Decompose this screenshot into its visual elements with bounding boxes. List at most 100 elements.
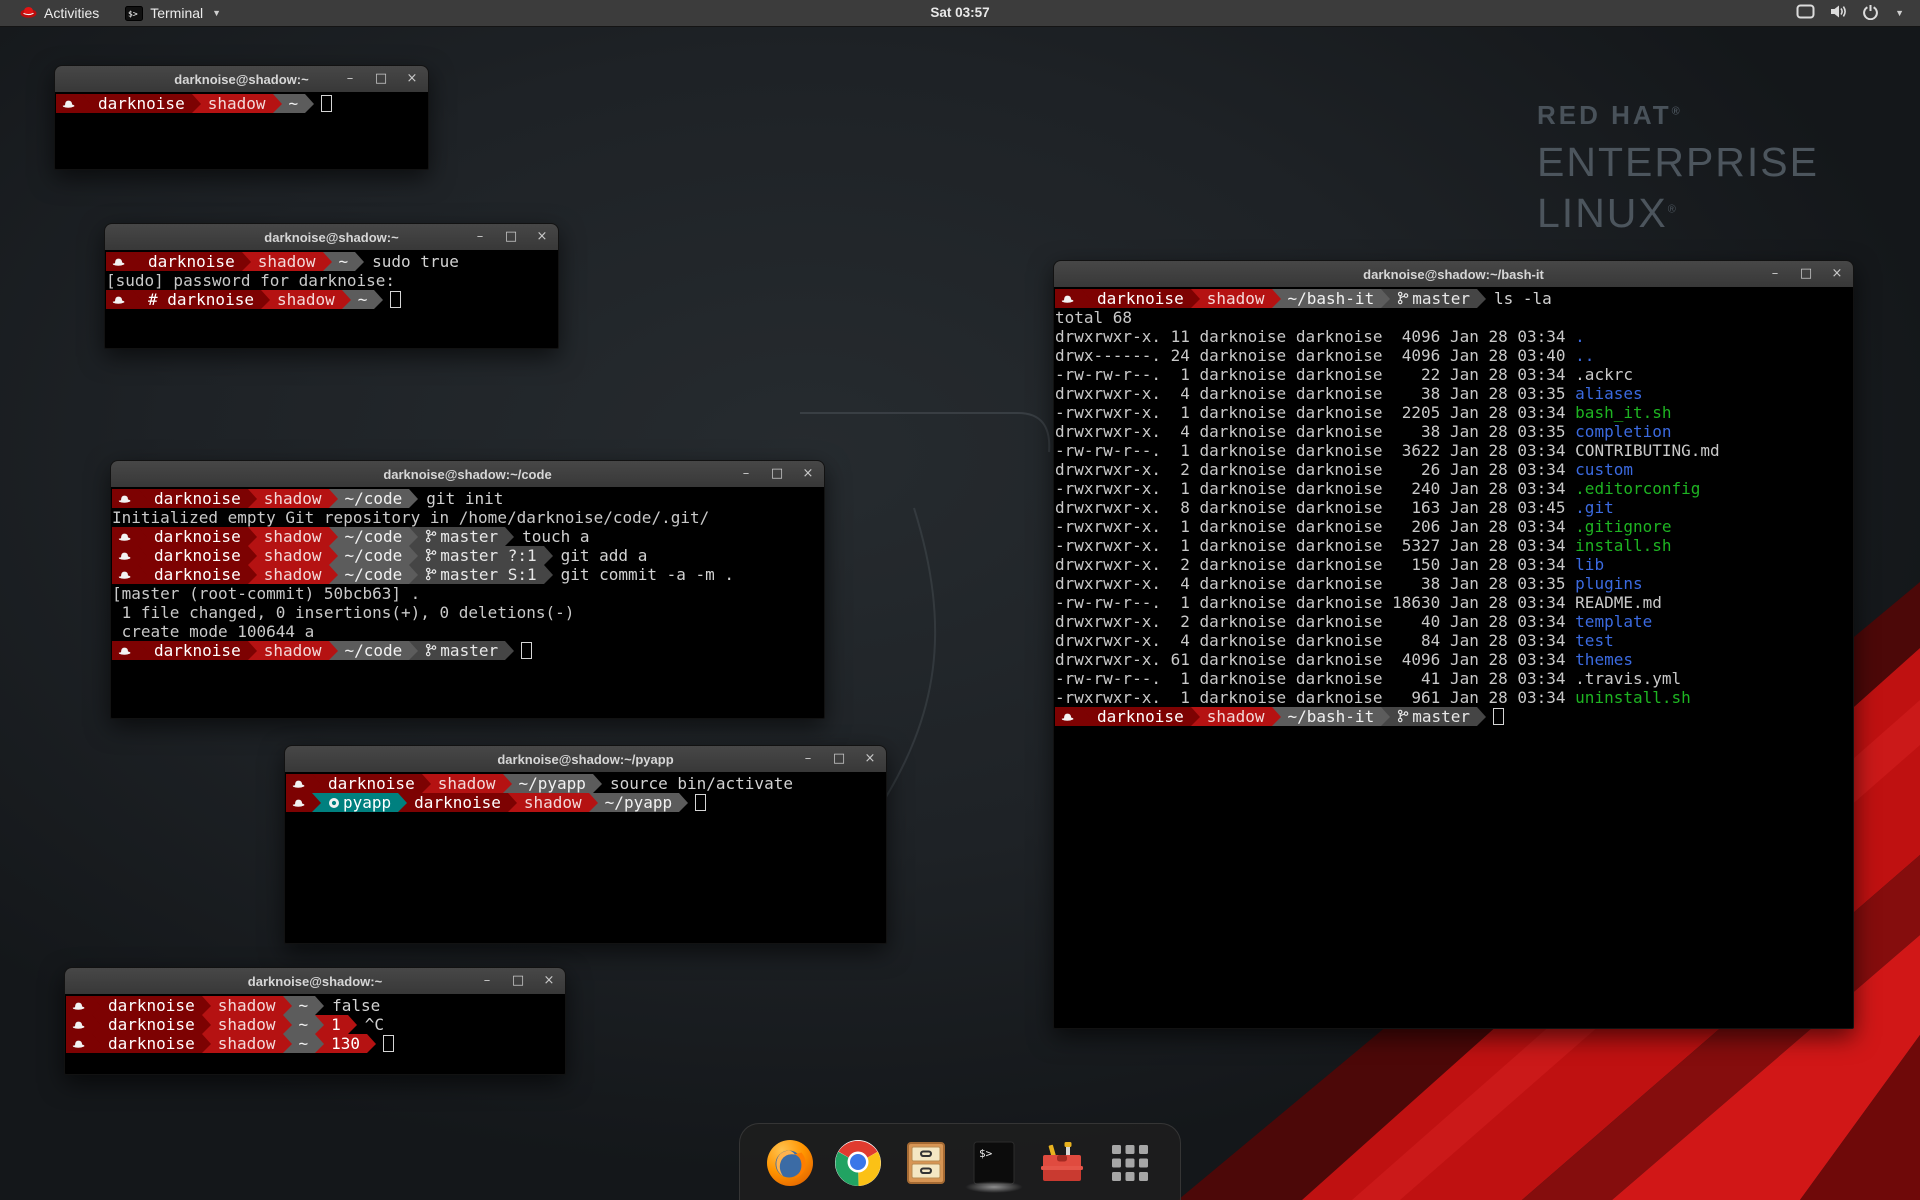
powerline-arrow [312, 793, 321, 812]
window-buttons: –□ × [480, 968, 556, 994]
command-text: ^C [357, 1015, 384, 1034]
powerline-arrow [82, 94, 91, 113]
activities-button[interactable]: Activities [10, 0, 109, 26]
git-branch-icon [425, 529, 437, 543]
firefox-icon [765, 1138, 815, 1188]
window-titlebar[interactable]: darknoise@shadow:~–□× [105, 224, 558, 251]
powerline-arrow [374, 290, 383, 309]
dock-icon-toolbox[interactable] [1036, 1136, 1088, 1190]
volume-icon [1829, 4, 1848, 22]
window-titlebar[interactable]: darknoise@shadow:~/pyapp–□× [285, 746, 886, 773]
app-menu-terminal[interactable]: $> Terminal ▼ [115, 0, 231, 26]
output-line: drwxrwxr-x. 8 darknoise darknoise 163 Ja… [1055, 498, 1850, 517]
dock-icon-terminal[interactable]: $> [968, 1136, 1020, 1190]
close-button[interactable]: × [542, 968, 556, 994]
chrome-icon [833, 1138, 883, 1188]
powerline-arrow [1381, 289, 1390, 308]
output-line: -rw-rw-r--. 1 darknoise darknoise 3622 J… [1055, 441, 1850, 460]
prompt-line: darknoiseshadow~/codemastertouch a [112, 527, 821, 546]
powerline-arrow [355, 252, 364, 271]
powerline-segment-hat [66, 1015, 92, 1034]
powerline-arrow [138, 546, 147, 565]
powerline-arrow [283, 1034, 292, 1053]
close-button[interactable]: × [405, 66, 419, 92]
python-venv-icon [328, 797, 340, 809]
dock-icon-files[interactable] [900, 1136, 952, 1190]
terminal-content[interactable]: darknoiseshadow~/bash-itmasterls -latota… [1054, 287, 1853, 1028]
powerline-arrow [323, 252, 332, 271]
terminal-window-2: darknoise@shadow:~–□×darknoiseshadow~sud… [104, 223, 559, 349]
window-titlebar[interactable]: darknoise@shadow:~/code –□ × [111, 461, 824, 488]
minimize-button[interactable]: – [473, 224, 487, 250]
window-buttons: –□ × [473, 224, 549, 250]
powerline-arrow [192, 94, 201, 113]
close-button[interactable]: × [535, 224, 549, 250]
powerline-segment-path: ~ [292, 1015, 316, 1034]
powerline-segment-user: darknoise [321, 774, 422, 793]
maximize-button[interactable]: □ [511, 968, 525, 994]
terminal-content[interactable]: darknoiseshadow~ [55, 92, 428, 169]
terminal-content[interactable]: darknoiseshadow~/codegit initInitialized… [111, 487, 824, 718]
output-line: -rwxrwxr-x. 1 darknoise darknoise 5327 J… [1055, 536, 1850, 555]
maximize-button[interactable]: □ [770, 461, 784, 487]
maximize-button[interactable]: □ [1799, 261, 1813, 287]
powerline-segment-path: ~/pyapp [598, 793, 679, 812]
minimize-button[interactable]: – [739, 461, 753, 487]
powerline-arrow [202, 996, 211, 1015]
powerline-arrow [132, 290, 141, 309]
minimize-button[interactable]: – [1768, 261, 1782, 287]
output-line: -rwxrwxr-x. 1 darknoise darknoise 961 Ja… [1055, 688, 1850, 707]
maximize-button[interactable]: □ [504, 224, 518, 250]
minimize-button[interactable]: – [801, 746, 815, 772]
powerline-arrow [315, 1034, 324, 1053]
window-title: darknoise@shadow:~/code [383, 467, 551, 482]
power-icon [1862, 4, 1879, 23]
output-line: Initialized empty Git repository in /hom… [112, 508, 821, 527]
powerline-arrow [92, 1034, 101, 1053]
output-line: drwxrwxr-x. 4 darknoise darknoise 38 Jan… [1055, 384, 1850, 403]
prompt-line: darknoiseshadow~/pyappsource bin/activat… [286, 774, 883, 793]
maximize-button[interactable]: □ [374, 66, 388, 92]
window-titlebar[interactable]: darknoise@shadow:~–□× [55, 66, 428, 93]
powerline-segment-path: ~/code [338, 546, 410, 565]
maximize-button[interactable]: □ [832, 746, 846, 772]
powerline-segment-host: shadow [211, 996, 283, 1015]
terminal-content[interactable]: darknoiseshadow~falsedarknoiseshadow~1^C… [65, 994, 565, 1074]
close-button[interactable]: × [1830, 261, 1844, 287]
powerline-arrow [544, 546, 553, 565]
dock-icon-firefox[interactable] [764, 1136, 816, 1190]
window-titlebar[interactable]: darknoise@shadow:~–□× [65, 968, 565, 995]
powerline-arrow [138, 565, 147, 584]
powerline-arrow [248, 527, 257, 546]
system-status-area[interactable]: ▼ [1788, 0, 1912, 26]
window-titlebar[interactable]: darknoise@shadow:~/bash-it–□× [1054, 261, 1853, 288]
terminal-cursor [521, 642, 532, 659]
powerline-arrow [1477, 707, 1486, 726]
terminal-window-6: darknoise@shadow:~/bash-it–□×darknoisesh… [1053, 260, 1854, 1029]
powerline-arrow [593, 774, 602, 793]
powerline-arrow [1191, 289, 1200, 308]
powerline-arrow [505, 641, 514, 660]
window-buttons: –□ × [801, 746, 877, 772]
top-bar: Activities $> Terminal ▼ Sat 03:57 ▼ [0, 0, 1920, 27]
output-line: drwx------. 24 darknoise darknoise 4096 … [1055, 346, 1850, 365]
dock-icon-chrome[interactable] [832, 1136, 884, 1190]
terminal-content[interactable]: darknoiseshadow~sudo true[sudo] password… [105, 250, 558, 348]
dock-icon-app-grid[interactable] [1104, 1136, 1156, 1190]
powerline-segment-host: shadow [270, 290, 342, 309]
powerline-segment-branch: master [1390, 289, 1477, 308]
clock[interactable]: Sat 03:57 [918, 0, 1001, 26]
output-line: drwxrwxr-x. 11 darknoise darknoise 4096 … [1055, 327, 1850, 346]
powerline-segment-hat [66, 996, 92, 1015]
powerline-segment-path: ~/code [338, 641, 410, 660]
terminal-content[interactable]: darknoiseshadow~/pyappsource bin/activat… [285, 772, 886, 943]
minimize-button[interactable]: – [480, 968, 494, 994]
terminal-window-3: darknoise@shadow:~/code–□×darknoiseshado… [110, 460, 825, 719]
powerline-arrow [248, 641, 257, 660]
terminal-cursor [1493, 708, 1504, 725]
powerline-segment-branch: master [1390, 707, 1477, 726]
minimize-button[interactable]: – [343, 66, 357, 92]
close-button[interactable]: × [801, 461, 815, 487]
close-button[interactable]: × [863, 746, 877, 772]
window-buttons: –□ × [343, 66, 419, 92]
